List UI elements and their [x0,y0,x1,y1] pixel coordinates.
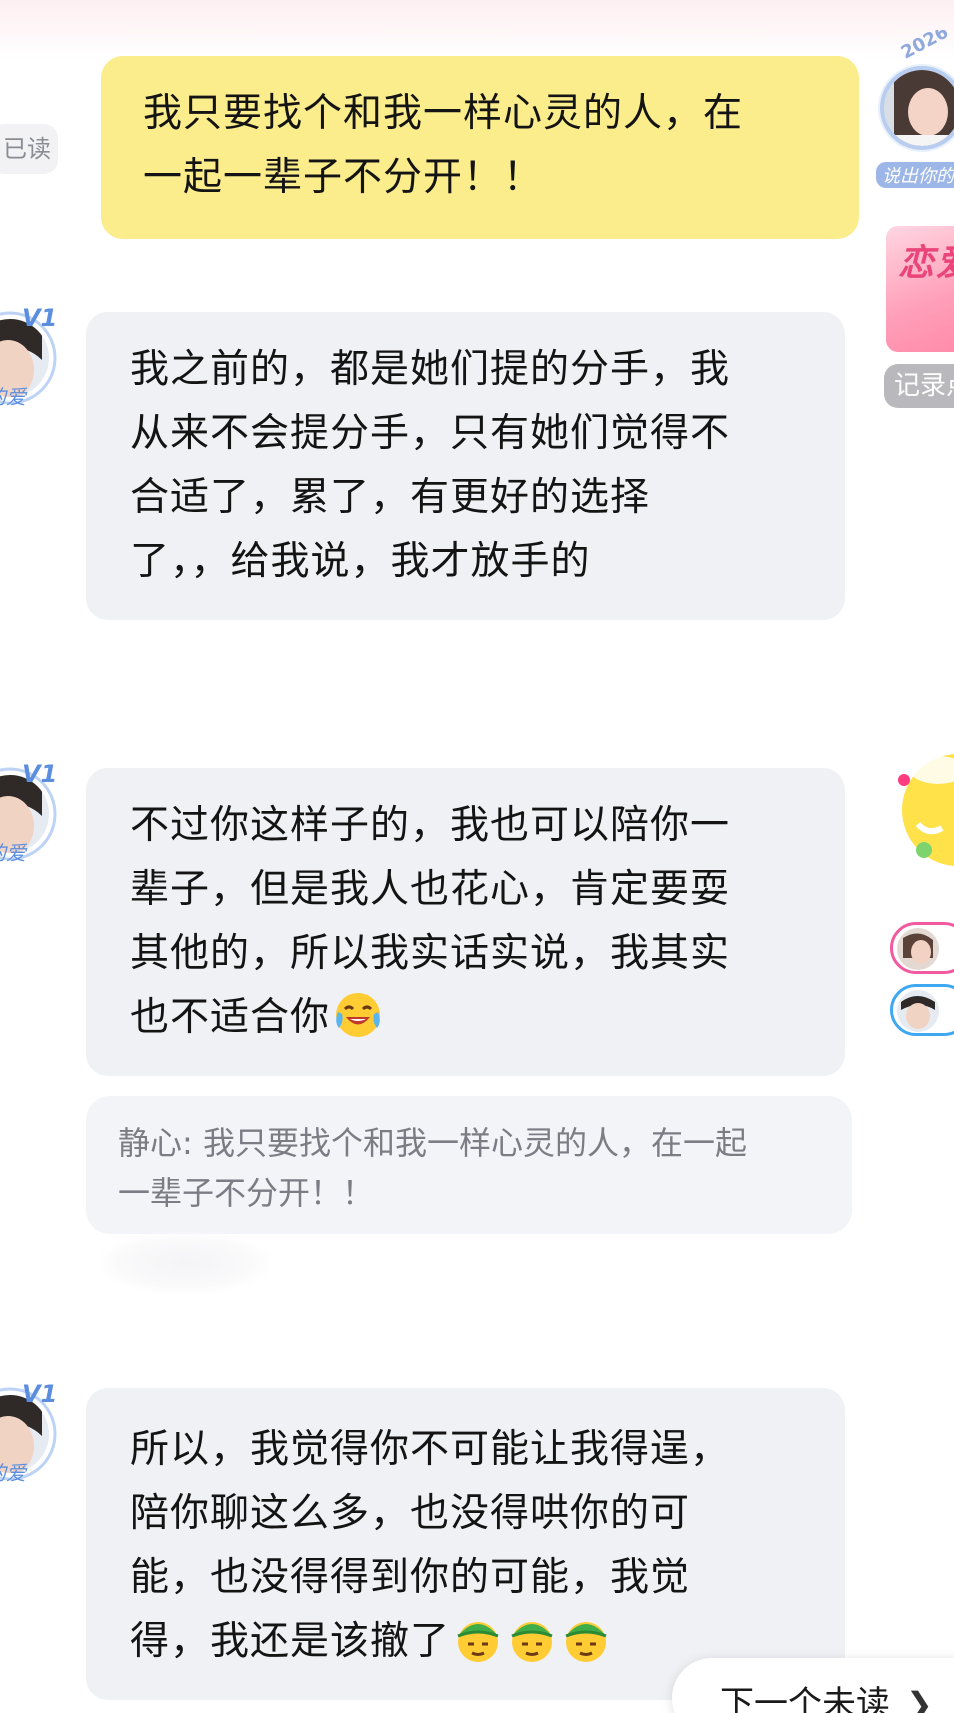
hat-emoji-icon [565,1622,607,1662]
quote-line: 一辈子不分开！！ [118,1174,375,1212]
message-line: 能，也没得得到你的可能，我觉 [130,1555,691,1600]
peer-avatar[interactable]: V1 的爱 [0,756,58,872]
svg-text:V1: V1 [22,1380,57,1408]
quote-line: 静心: 我只要找个和我一样心灵的人，在一起 [118,1124,747,1162]
svg-text:说出你的: 说出你的 [882,166,954,187]
quoted-message[interactable]: 静心: 我只要找个和我一样心灵的人，在一起 一辈子不分开！！ [86,1096,852,1234]
peer-avatar[interactable]: V1 的爱 [0,300,58,416]
laughing-crying-emoji-icon [336,993,381,1037]
peer-message-bubble[interactable]: 我之前的，都是她们提的分手，我 从来不会提分手，只有她们觉得不 合适了，累了，有… [86,312,845,620]
svg-text:的爱: 的爱 [0,841,28,865]
sticker-icon[interactable] [898,740,954,900]
chevron-right-icon: ❯ [906,1685,933,1713]
svg-text:V1: V1 [22,760,57,788]
message-line: 陪你聊这么多，也没得哄你的可 [130,1491,691,1536]
peer-avatar[interactable]: V1 的爱 [0,1376,58,1492]
message-line: 也不适合你 [130,986,815,1050]
mini-avatar-icon [897,928,939,970]
next-unread-button[interactable]: 下一个未读 ❯ [672,1658,954,1713]
message-line: 合适了，累了，有更好的选择 [130,475,651,520]
mini-avatar-pill[interactable] [890,922,954,974]
message-line: 从来不会提分手，只有她们觉得不 [130,411,731,456]
message-line: 一起一辈子不分开！！ [143,155,544,200]
message-line: 了，，给我说，我才放手的 [130,539,591,584]
message-text: 得，我还是该撤了 [130,1619,451,1664]
next-unread-label: 下一个未读 [720,1684,890,1713]
message-line: 所以，我觉得你不可能让我得逞， [130,1427,731,1472]
message-line: 辈子，但是我人也花心，肯定要耍 [130,867,731,912]
mini-avatar-pill[interactable] [890,984,954,1036]
peer-message-bubble[interactable]: 所以，我觉得你不可能让我得逞， 陪你聊这么多，也没得哄你的可 能，也没得得到你的… [86,1388,845,1700]
svg-text:2026: 2026 [898,30,952,64]
message-line: 其他的，所以我实话实说，我其实 [130,931,731,976]
read-status: 已读 [0,124,58,174]
svg-text:V1: V1 [22,304,57,332]
message-line: 我之前的，都是她们提的分手，我 [130,347,731,392]
my-message-bubble[interactable]: 我只要找个和我一样心灵的人，在 一起一辈子不分开！！ [101,56,859,239]
my-avatar[interactable]: 2026 说出你的 [874,30,954,190]
hat-emoji-icon [457,1622,499,1662]
message-line: 不过你这样子的，我也可以陪你一 [130,803,731,848]
peer-message-bubble[interactable]: 不过你这样子的，我也可以陪你一 辈子，但是我人也花心，肯定要耍 其他的，所以我实… [86,768,845,1076]
message-line: 我只要找个和我一样心灵的人，在 [143,91,744,136]
chat-screen: 已读 我只要找个和我一样心灵的人，在 一起一辈子不分开！！ 2026 说出你的 … [0,0,954,1713]
hat-emoji-icon [511,1622,553,1662]
record-chip[interactable]: 记录点 [884,364,954,408]
svg-text:的爱: 的爱 [0,385,28,409]
blurred-region [100,1232,270,1294]
mini-avatar-icon [897,990,939,1032]
love-diary-widget[interactable]: 恋爱日记 [886,226,954,352]
svg-text:的爱: 的爱 [0,1461,28,1485]
love-diary-title: 恋爱日记 [898,243,954,284]
message-text: 也不适合你 [130,995,331,1040]
